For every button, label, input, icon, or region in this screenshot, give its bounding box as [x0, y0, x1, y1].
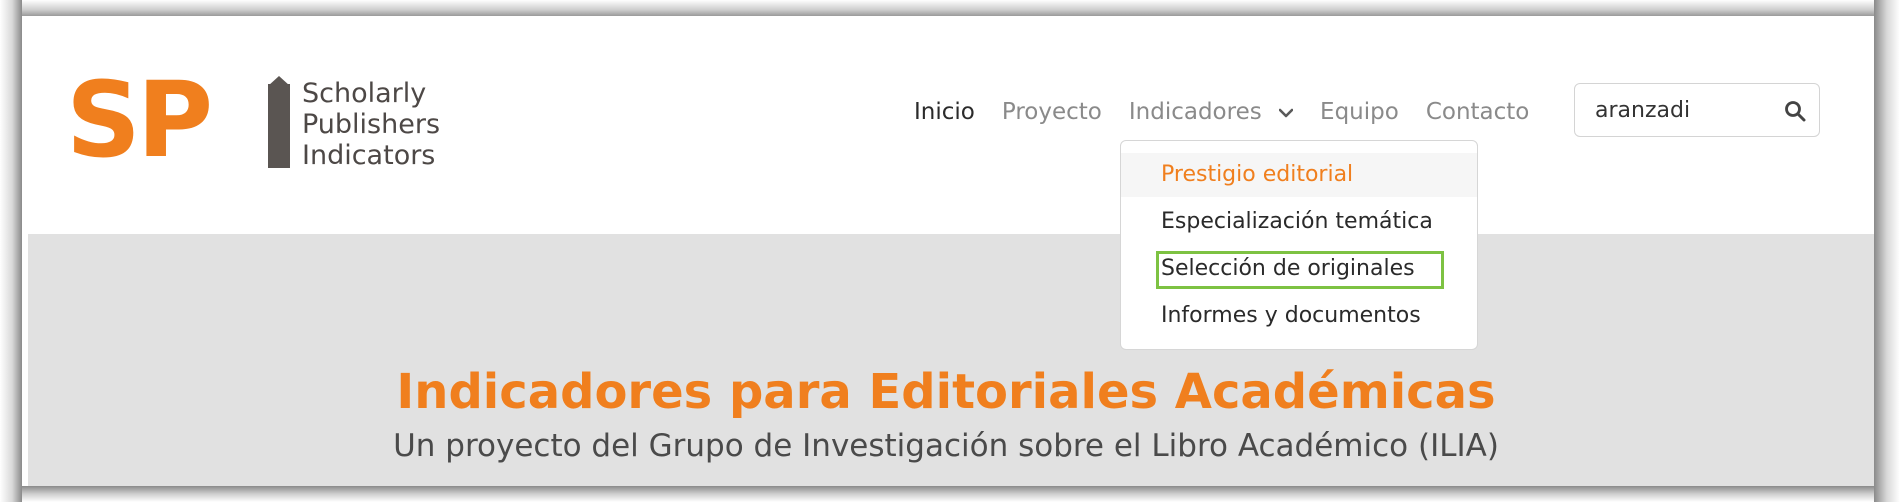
logo-mark: SP [66, 59, 213, 181]
nav-equipo[interactable]: Equipo [1320, 99, 1399, 125]
nav-indicadores-label: Indicadores [1128, 99, 1262, 125]
nav-indicadores[interactable]: Indicadores [1128, 99, 1294, 125]
frame-shadow-left [0, 0, 22, 502]
frame-shadow-bottom [0, 486, 1900, 502]
dropdown-item-seleccion-de-originales[interactable]: Selección de originales [1121, 247, 1477, 291]
nav-proyecto[interactable]: Proyecto [1002, 99, 1102, 125]
hero-title: Indicadores para Editoriales Académicas [396, 364, 1496, 420]
nav-contacto[interactable]: Contacto [1426, 99, 1530, 125]
logo-bookmark-icon [268, 84, 290, 168]
web-page: SP Scholarly Publishers Indicators Inici… [28, 16, 1874, 486]
dropdown-item-especializacion-tematica[interactable]: Especialización temática [1121, 200, 1477, 244]
dropdown-item-informes-y-documentos[interactable]: Informes y documentos [1121, 294, 1477, 338]
search-input[interactable] [1595, 94, 1765, 126]
search-icon[interactable] [1783, 99, 1807, 123]
dropdown-item-prestigio-editorial[interactable]: Prestigio editorial [1121, 153, 1477, 197]
main-nav: Inicio Proyecto Indicadores Equipo Conta… [914, 94, 1556, 130]
logo-wordmark: Scholarly Publishers Indicators [302, 78, 440, 171]
logo-line-3: Indicators [302, 140, 436, 171]
screenshot-frame: SP Scholarly Publishers Indicators Inici… [0, 0, 1900, 502]
logo-line-2: Publishers [302, 109, 441, 140]
frame-shadow-top [0, 0, 1900, 16]
spi-logo[interactable]: SP Scholarly Publishers Indicators [66, 59, 440, 181]
nav-inicio[interactable]: Inicio [914, 99, 975, 125]
hero-subtitle: Un proyecto del Grupo de Investigación s… [393, 428, 1499, 464]
frame-shadow-right [1874, 0, 1900, 502]
indicadores-dropdown-menu: Prestigio editorial Especialización temá… [1120, 140, 1478, 350]
logo-line-1: Scholarly [302, 78, 427, 109]
site-header: SP Scholarly Publishers Indicators Inici… [28, 16, 1874, 234]
chevron-down-icon [1279, 108, 1294, 117]
search-box [1574, 83, 1820, 137]
